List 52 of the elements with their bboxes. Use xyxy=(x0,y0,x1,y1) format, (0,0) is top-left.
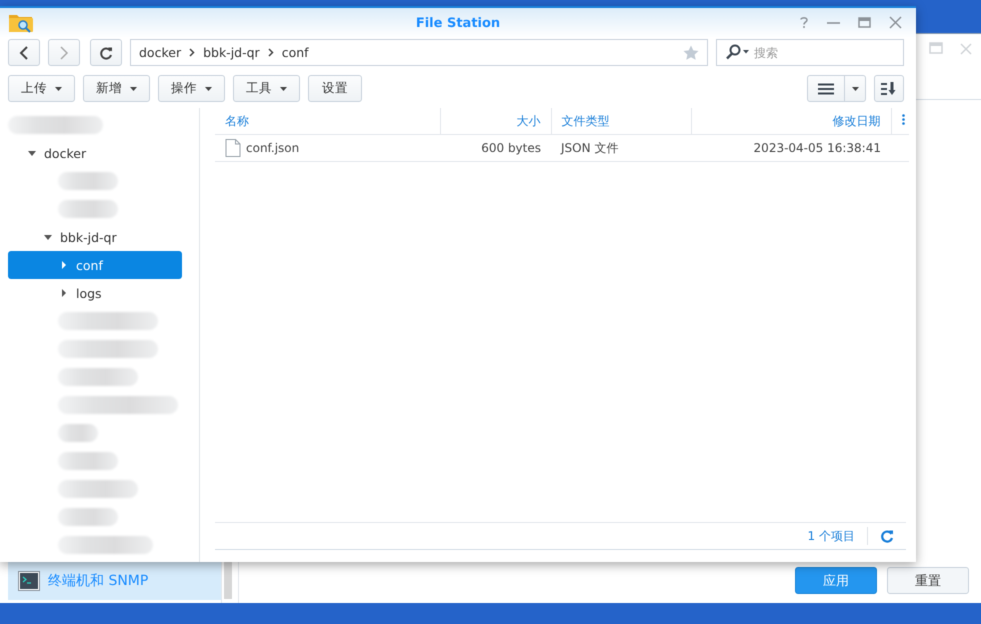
refresh-icon xyxy=(99,46,113,60)
breadcrumb-item[interactable]: conf xyxy=(282,45,309,60)
caret-icon xyxy=(852,86,858,90)
search-field[interactable]: 搜索 xyxy=(716,39,904,66)
refresh-button[interactable] xyxy=(90,39,122,66)
chevron-icon xyxy=(268,48,274,57)
path-field[interactable]: docker bbk-jd-qr conf xyxy=(130,39,708,66)
table-cell: 2023-04-05 16:38:41 xyxy=(691,134,891,162)
maximize-icon[interactable] xyxy=(858,17,871,28)
list-icon xyxy=(818,82,834,94)
table-cell: JSON 文件 xyxy=(551,134,691,162)
back-button[interactable] xyxy=(8,39,40,66)
toolbar-button[interactable]: 工具 xyxy=(233,75,300,102)
column-header[interactable]: 大小 xyxy=(440,108,551,134)
sort-button[interactable] xyxy=(874,75,904,102)
sort-icon xyxy=(881,82,897,96)
tree-item[interactable]: bbk-jd-qr xyxy=(8,223,182,251)
refresh-icon[interactable] xyxy=(880,529,894,543)
back-icon xyxy=(18,46,30,60)
column-header[interactable]: 文件类型 xyxy=(551,108,691,134)
column-header[interactable]: 名称 xyxy=(215,108,440,134)
toolbar-button[interactable]: 新增 xyxy=(83,75,150,102)
tree-item[interactable]: conf xyxy=(8,251,182,279)
more-icon[interactable] xyxy=(902,114,904,125)
breadcrumb-item[interactable]: bbk-jd-qr xyxy=(203,45,260,60)
blurred-block xyxy=(58,200,118,218)
close-icon[interactable] xyxy=(889,16,902,29)
reset-button[interactable]: 重置 xyxy=(887,567,969,594)
toolbar-button[interactable]: 操作 xyxy=(158,75,225,102)
blurred-block xyxy=(58,452,118,470)
search-icon[interactable] xyxy=(725,44,751,60)
tree-item[interactable]: logs xyxy=(8,279,182,307)
terminal-icon xyxy=(18,571,40,591)
table-cell: 600 bytes xyxy=(440,134,551,162)
blurred-block xyxy=(58,172,118,190)
help-icon[interactable] xyxy=(799,16,809,29)
star-icon[interactable] xyxy=(683,44,699,60)
item-count: 1 个项目 xyxy=(808,528,855,544)
window-title: File Station xyxy=(416,16,500,30)
forward-button[interactable] xyxy=(48,39,80,66)
blurred-block xyxy=(58,508,118,526)
file-name[interactable]: conf.json xyxy=(246,141,300,155)
column-header[interactable]: 修改日期 xyxy=(691,108,891,134)
file-icon xyxy=(225,139,241,157)
blurred-block xyxy=(58,424,98,442)
toolbar-button[interactable]: 上传 xyxy=(8,75,75,102)
forward-icon xyxy=(58,46,70,60)
chevron-icon xyxy=(189,48,196,57)
tree-item[interactable]: docker xyxy=(8,139,182,167)
scrollbar[interactable] xyxy=(224,562,232,599)
breadcrumb-item[interactable]: docker xyxy=(139,45,182,60)
toolbar-button[interactable]: 设置 xyxy=(308,75,362,102)
